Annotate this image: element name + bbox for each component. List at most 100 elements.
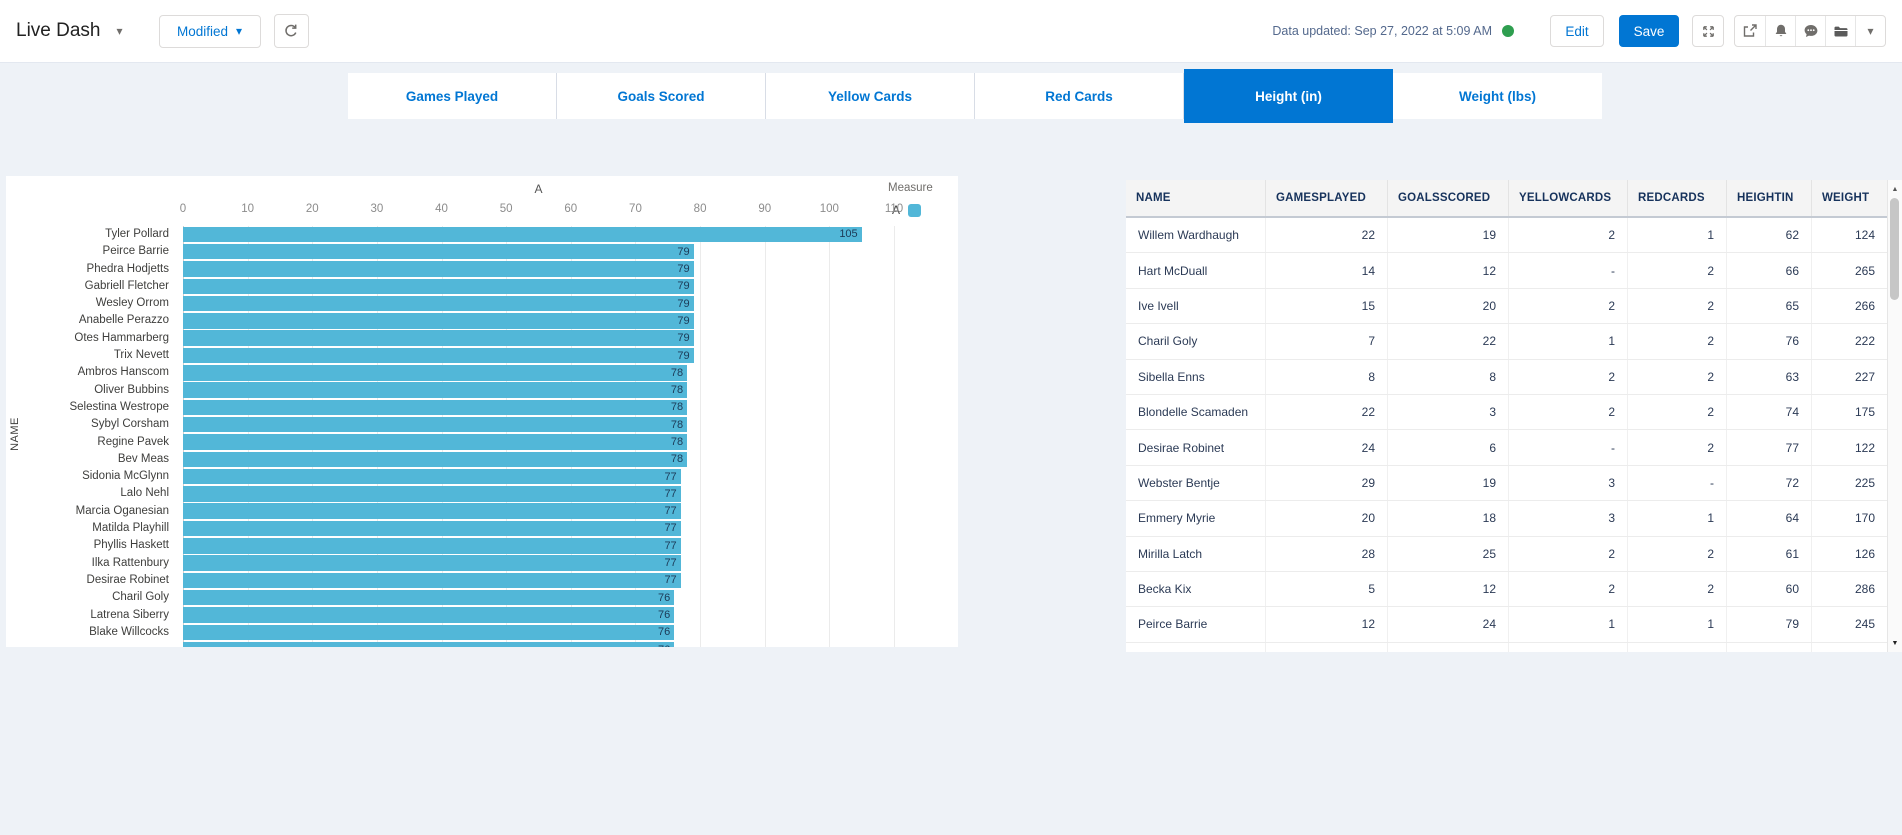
bar[interactable]: 79 xyxy=(183,261,694,277)
cell-value: 5 xyxy=(1266,572,1388,606)
table-row[interactable]: Hart McDuall1412-266265 xyxy=(1126,253,1887,288)
tab-weight-lbs[interactable]: Weight (lbs) xyxy=(1393,73,1602,119)
bar[interactable]: 76 xyxy=(183,642,674,647)
bar[interactable]: 78 xyxy=(183,382,687,398)
column-header-goalsscored[interactable]: GOALSSCORED xyxy=(1388,180,1509,216)
table-row[interactable]: Becka Kix5122260286 xyxy=(1126,572,1887,607)
table-scrollbar[interactable]: ▲ ▼ xyxy=(1887,180,1902,652)
cell-value: 74 xyxy=(1727,395,1812,429)
tab-goals-scored[interactable]: Goals Scored xyxy=(557,73,766,119)
bar[interactable]: 77 xyxy=(183,521,681,537)
cell-name: Becka Kix xyxy=(1126,572,1266,606)
cell-value: 225 xyxy=(1812,466,1887,500)
bar[interactable]: 77 xyxy=(183,555,681,571)
cell-value xyxy=(1727,643,1812,652)
bar-category-label: Sybyl Corsham xyxy=(6,416,176,433)
bar[interactable]: 77 xyxy=(183,503,681,519)
fullscreen-button[interactable] xyxy=(1692,15,1724,47)
more-actions-button[interactable]: ▾ xyxy=(1855,16,1885,46)
collections-button[interactable] xyxy=(1825,16,1855,46)
bar[interactable]: 78 xyxy=(183,400,687,416)
bar[interactable]: 78 xyxy=(183,434,687,450)
tab-height-in[interactable]: Height (in) xyxy=(1184,69,1393,123)
bar[interactable]: 78 xyxy=(183,365,687,381)
tab-red-cards[interactable]: Red Cards xyxy=(975,73,1184,119)
table-row[interactable]: Webster Bentje29193-72225 xyxy=(1126,466,1887,501)
cell-value: 3 xyxy=(1509,501,1628,535)
bar[interactable]: 105 xyxy=(183,227,862,243)
bar-category-label xyxy=(6,641,176,647)
bar-category-label: Tyler Pollard xyxy=(6,226,176,243)
table-row[interactable]: Mirilla Latch28252261126 xyxy=(1126,537,1887,572)
refresh-button[interactable] xyxy=(274,14,309,48)
bar[interactable]: 79 xyxy=(183,313,694,329)
tab-yellow-cards[interactable]: Yellow Cards xyxy=(766,73,975,119)
bar-row: 77 xyxy=(183,520,894,537)
bar[interactable]: 79 xyxy=(183,279,694,295)
bar[interactable]: 79 xyxy=(183,330,694,346)
bar[interactable]: 76 xyxy=(183,590,674,606)
table-row[interactable]: Ive Ivell15202265266 xyxy=(1126,289,1887,324)
bar[interactable]: 79 xyxy=(183,348,694,364)
bar-category-label: Desirae Robinet xyxy=(6,572,176,589)
cell-value: 76 xyxy=(1727,324,1812,358)
bar-row: 77 xyxy=(183,555,894,572)
cell-value: 19 xyxy=(1388,466,1509,500)
save-button[interactable]: Save xyxy=(1619,15,1679,47)
scrollbar-thumb[interactable] xyxy=(1890,198,1899,300)
notifications-button[interactable] xyxy=(1765,16,1795,46)
cell-value: 63 xyxy=(1727,360,1812,394)
table-header-row: NAMEGAMESPLAYEDGOALSSCOREDYELLOWCARDSRED… xyxy=(1126,180,1887,218)
cell-value: 2 xyxy=(1628,289,1727,323)
column-header-heightin[interactable]: HEIGHTIN xyxy=(1727,180,1812,216)
cell-value: 126 xyxy=(1812,537,1887,571)
cell-value: 15 xyxy=(1266,289,1388,323)
cell-name: Peirce Barrie xyxy=(1126,607,1266,641)
title-caret-down-icon[interactable]: ▾ xyxy=(117,25,123,37)
column-header-name[interactable]: NAME xyxy=(1126,180,1266,216)
data-updated-text: Data updated: Sep 27, 2022 at 5:09 AM xyxy=(1272,24,1492,38)
table-row[interactable]: Blondelle Scamaden2232274175 xyxy=(1126,395,1887,430)
table-row[interactable]: Emmery Myrie20183164170 xyxy=(1126,501,1887,536)
bar[interactable]: 77 xyxy=(183,538,681,554)
table-row[interactable]: Willem Wardhaugh22192162124 xyxy=(1126,218,1887,253)
bar[interactable]: 79 xyxy=(183,244,694,260)
x-tick: 70 xyxy=(629,203,642,215)
scroll-down-arrow[interactable]: ▼ xyxy=(1888,636,1902,650)
cell-value: 72 xyxy=(1727,466,1812,500)
cell-value: 2 xyxy=(1509,289,1628,323)
table-row[interactable] xyxy=(1126,643,1887,652)
bar[interactable]: 76 xyxy=(183,625,674,641)
x-tick: 0 xyxy=(180,203,186,215)
bar[interactable]: 78 xyxy=(183,417,687,433)
edit-button[interactable]: Edit xyxy=(1550,15,1604,47)
bar[interactable]: 77 xyxy=(183,573,681,589)
bar-row: 79 xyxy=(183,312,894,329)
live-status-dot xyxy=(1502,25,1514,37)
cell-value: 265 xyxy=(1812,253,1887,287)
column-header-redcards[interactable]: REDCARDS xyxy=(1628,180,1727,216)
scroll-up-arrow[interactable]: ▲ xyxy=(1888,182,1902,196)
table-row[interactable]: Sibella Enns882263227 xyxy=(1126,360,1887,395)
share-button[interactable] xyxy=(1735,16,1765,46)
comments-button[interactable] xyxy=(1795,16,1825,46)
bar-row: 77 xyxy=(183,572,894,589)
table-row[interactable]: Peirce Barrie12241179245 xyxy=(1126,607,1887,642)
cell-value: 24 xyxy=(1388,607,1509,641)
bar[interactable]: 79 xyxy=(183,296,694,312)
cell-value: 22 xyxy=(1266,395,1388,429)
column-header-weight[interactable]: WEIGHT xyxy=(1812,180,1887,216)
bar[interactable]: 77 xyxy=(183,469,681,485)
bar-category-label: Anabelle Perazzo xyxy=(6,312,176,329)
bar[interactable]: 77 xyxy=(183,486,681,502)
cell-value: 64 xyxy=(1727,501,1812,535)
modified-dropdown[interactable]: Modified ▾ xyxy=(159,15,261,48)
table-row[interactable]: Desirae Robinet246-277122 xyxy=(1126,430,1887,465)
column-header-gamesplayed[interactable]: GAMESPLAYED xyxy=(1266,180,1388,216)
bar[interactable]: 76 xyxy=(183,607,674,623)
tab-games-played[interactable]: Games Played xyxy=(348,73,557,119)
cell-value: 2 xyxy=(1509,537,1628,571)
table-row[interactable]: Charil Goly7221276222 xyxy=(1126,324,1887,359)
bar[interactable]: 78 xyxy=(183,452,687,468)
column-header-yellowcards[interactable]: YELLOWCARDS xyxy=(1509,180,1628,216)
